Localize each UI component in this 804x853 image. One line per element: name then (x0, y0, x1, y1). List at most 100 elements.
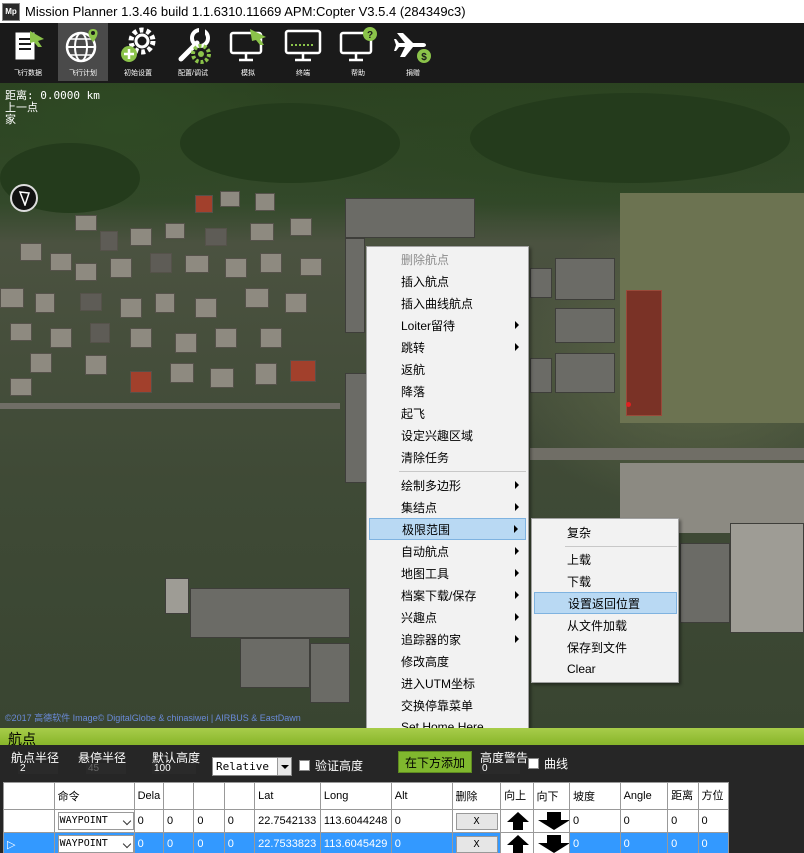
menu-geofence[interactable]: 极限范围 (369, 518, 526, 540)
lat-cell[interactable]: 22.7542133 (254, 809, 321, 833)
param3-cell[interactable]: 0 (193, 809, 225, 833)
menu-draw-polygon[interactable]: 绘制多边形 (369, 474, 526, 496)
command-select[interactable]: WAYPOINT (57, 835, 134, 853)
submenu-clear[interactable]: Clear (534, 658, 677, 680)
col-header[interactable] (223, 782, 256, 810)
delete-button[interactable]: X (455, 812, 498, 830)
param1-cell[interactable]: 0 (133, 809, 164, 833)
arrow-up-icon[interactable] (506, 834, 530, 853)
menu-delete-waypoint[interactable]: 删除航点 (369, 248, 526, 270)
alt-cell[interactable]: 0 (390, 832, 453, 853)
col-header-down[interactable]: 向下 (532, 782, 570, 810)
submenu-load-from-file[interactable]: 从文件加载 (534, 614, 677, 636)
angle-cell[interactable]: 0 (619, 832, 669, 853)
toolbar-donate[interactable]: $ 捐赠 (388, 23, 438, 81)
default-alt-input[interactable]: 100 (152, 763, 196, 774)
delete-cell[interactable]: X (451, 832, 502, 853)
command-cell[interactable]: WAYPOINT (53, 809, 135, 833)
param3-cell[interactable]: 0 (193, 832, 225, 853)
waypoints-header[interactable]: 航点 (0, 728, 804, 747)
az-cell[interactable]: 0 (697, 809, 730, 833)
alt-cell[interactable]: 0 (390, 809, 453, 833)
arrow-up-icon[interactable] (506, 811, 530, 831)
spline-checkbox[interactable] (528, 758, 539, 769)
command-select[interactable]: WAYPOINT (57, 812, 134, 830)
menu-auto-wp[interactable]: 自动航点 (369, 540, 526, 562)
add-below-button[interactable]: 在下方添加 (398, 751, 472, 773)
dist-cell[interactable]: 0 (667, 832, 699, 853)
grad-cell[interactable]: 0 (568, 832, 621, 853)
col-header-delete[interactable]: 删除 (451, 782, 502, 810)
menu-rally-points[interactable]: 集结点 (369, 496, 526, 518)
menu-tracker-home[interactable]: 追踪器的家 (369, 628, 526, 650)
col-header-grad[interactable]: 坡度 (568, 782, 621, 810)
alt-frame-select[interactable]: Relative (212, 757, 292, 776)
row-marker[interactable] (3, 809, 55, 833)
toolbar-flight-plan[interactable]: 飞行计划 (58, 23, 108, 81)
az-cell[interactable]: 0 (697, 832, 730, 853)
col-header-angle[interactable]: Angle (619, 782, 669, 810)
wp-radius-input[interactable]: 2 (18, 763, 58, 774)
verify-height-checkbox[interactable] (299, 760, 310, 771)
menu-rtl[interactable]: 返航 (369, 358, 526, 380)
command-cell[interactable]: WAYPOINT (53, 832, 135, 853)
menu-insert-waypoint[interactable]: 插入航点 (369, 270, 526, 292)
loiter-radius-input[interactable]: 45 (86, 763, 126, 774)
col-header-dist[interactable]: 距离 (667, 782, 699, 810)
param2-cell[interactable]: 0 (162, 832, 195, 853)
col-header[interactable] (162, 782, 195, 810)
long-cell[interactable]: 113.6044248 (319, 809, 392, 833)
menu-jump[interactable]: 跳转 (369, 336, 526, 358)
col-header[interactable] (193, 782, 225, 810)
delete-button[interactable]: X (455, 835, 498, 853)
menu-insert-spline-waypoint[interactable]: 插入曲线航点 (369, 292, 526, 314)
submenu-set-return-location[interactable]: 设置返回位置 (534, 592, 677, 614)
param4-cell[interactable]: 0 (223, 832, 256, 853)
menu-map-tools[interactable]: 地图工具 (369, 562, 526, 584)
toolbar-flight-data[interactable]: 飞行数据 (3, 23, 53, 81)
long-cell[interactable]: 113.6045429 (319, 832, 392, 853)
toolbar-initial-setup[interactable]: 初始设置 (113, 23, 163, 81)
menu-swap-dock[interactable]: 交换停靠菜单 (369, 694, 526, 716)
arrow-down-icon[interactable] (537, 811, 570, 831)
submenu-upload[interactable]: 上载 (534, 548, 677, 570)
menu-set-roi[interactable]: 设定兴趣区域 (369, 424, 526, 446)
toolbar-terminal[interactable]: 终端 (278, 23, 328, 81)
col-header-lat[interactable]: Lat (254, 782, 321, 810)
toolbar-config-tuning[interactable]: 配置/调试 (168, 23, 218, 81)
angle-cell[interactable]: 0 (619, 809, 669, 833)
menu-land[interactable]: 降落 (369, 380, 526, 402)
col-header-alt[interactable]: Alt (390, 782, 453, 810)
col-header-up[interactable]: 向上 (500, 782, 534, 810)
table-row[interactable]: WAYPOINT 0 0 0 0 22.7542133 113.6044248 … (3, 809, 730, 833)
toolbar-simulation[interactable]: 模拟 (223, 23, 273, 81)
param1-cell[interactable]: 0 (133, 832, 164, 853)
lat-cell[interactable]: 22.7533823 (254, 832, 321, 853)
move-down-cell[interactable] (532, 809, 570, 833)
submenu-download[interactable]: 下载 (534, 570, 677, 592)
delete-cell[interactable]: X (451, 809, 502, 833)
dist-cell[interactable]: 0 (667, 809, 699, 833)
menu-file-load-save[interactable]: 档案下载/保存 (369, 584, 526, 606)
move-up-cell[interactable] (500, 832, 534, 853)
table-row[interactable]: ▷ WAYPOINT 0 0 0 0 22.7533823 113.604542… (3, 832, 730, 853)
menu-poi[interactable]: 兴趣点 (369, 606, 526, 628)
alt-warning-input[interactable]: 0 (480, 763, 520, 774)
col-header-az[interactable]: 方位 (697, 782, 730, 810)
row-marker[interactable]: ▷ (3, 832, 55, 853)
grad-cell[interactable]: 0 (568, 809, 621, 833)
menu-takeoff[interactable]: 起飞 (369, 402, 526, 424)
col-header-command[interactable]: 命令 (53, 782, 135, 810)
col-header-delay[interactable]: Dela (133, 782, 164, 810)
menu-modify-alt[interactable]: 修改高度 (369, 650, 526, 672)
menu-enter-utm[interactable]: 进入UTM坐标 (369, 672, 526, 694)
toolbar-help[interactable]: ? 帮助 (333, 23, 383, 81)
col-header-long[interactable]: Long (319, 782, 392, 810)
move-down-cell[interactable] (532, 832, 570, 853)
param2-cell[interactable]: 0 (162, 809, 195, 833)
move-up-cell[interactable] (500, 809, 534, 833)
arrow-down-icon[interactable] (537, 834, 570, 853)
submenu-complex[interactable]: 复杂 (534, 521, 677, 543)
param4-cell[interactable]: 0 (223, 809, 256, 833)
menu-loiter[interactable]: Loiter留待 (369, 314, 526, 336)
